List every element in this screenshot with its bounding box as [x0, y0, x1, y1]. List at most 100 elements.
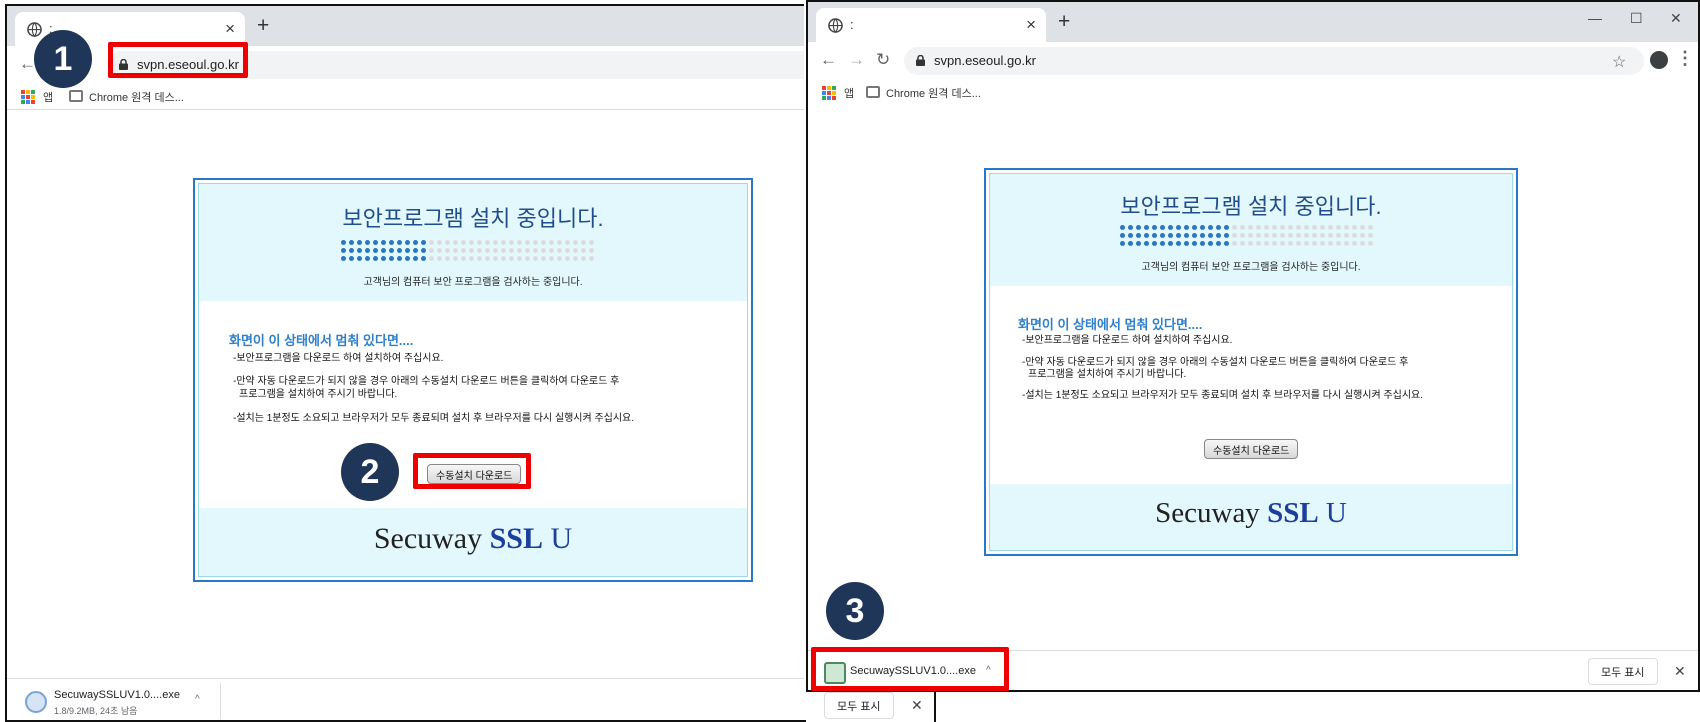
profile-icon[interactable] [1650, 51, 1668, 69]
close-icon[interactable]: × [1026, 15, 1036, 35]
progress-dot [1128, 233, 1133, 238]
progress-dot [1168, 241, 1173, 246]
progress-dots [341, 240, 595, 262]
progress-dot [1312, 241, 1317, 246]
plus-icon[interactable]: + [1058, 11, 1070, 33]
progress-dot [485, 248, 490, 253]
apps-grid-icon[interactable] [822, 86, 836, 100]
progress-dot [1320, 225, 1325, 230]
progress-dot [581, 248, 586, 253]
progress-dot [413, 256, 418, 261]
progress-dot [1328, 225, 1333, 230]
progress-dot [1264, 233, 1269, 238]
progress-dot [1296, 241, 1301, 246]
progress-dot [461, 256, 466, 261]
plus-icon[interactable]: + [257, 15, 269, 37]
progress-dot [1184, 233, 1189, 238]
progress-dot [1360, 233, 1365, 238]
progress-dot [1216, 233, 1221, 238]
progress-dot [1160, 241, 1165, 246]
progress-dot [405, 248, 410, 253]
bookmark-remote-desktop[interactable]: Chrome 원격 데스... [886, 85, 981, 101]
progress-dot [501, 248, 506, 253]
vpn-subtitle: 고객님의 컴퓨터 보안 프로그램을 검사하는 중입니다. [363, 277, 583, 288]
url-text: svpn.eseoul.go.kr [934, 53, 1036, 68]
star-icon[interactable]: ☆ [1612, 52, 1626, 72]
progress-dot [1352, 241, 1357, 246]
chevron-up-icon[interactable]: ^ [195, 694, 200, 705]
instruction-line-2a: -만약 자동 다운로드가 되지 않을 경우 아래의 수동설치 다운로드 버튼을 … [233, 376, 620, 387]
back-arrow-icon[interactable]: ← [820, 50, 837, 70]
progress-dot [549, 256, 554, 261]
apps-grid-icon[interactable] [21, 90, 35, 104]
progress-dot [357, 256, 362, 261]
progress-dot [469, 248, 474, 253]
forward-arrow-icon[interactable]: → [848, 50, 865, 70]
progress-dot [589, 256, 594, 261]
progress-dot [1344, 225, 1349, 230]
progress-dot [429, 248, 434, 253]
close-icon[interactable]: ✕ [1670, 10, 1682, 27]
progress-dot [1368, 225, 1373, 230]
progress-dot [1168, 233, 1173, 238]
close-icon[interactable]: × [225, 19, 235, 39]
bookmark-apps[interactable]: 앱 [844, 85, 854, 101]
progress-dot [1368, 233, 1373, 238]
show-all-downloads-button[interactable]: 모두 표시 [1588, 658, 1658, 685]
progress-dot [1264, 241, 1269, 246]
progress-dot [1336, 241, 1341, 246]
progress-dot [437, 240, 442, 245]
vpn-brand-footer: Secuway SSL U [990, 484, 1512, 550]
progress-dot [1208, 225, 1213, 230]
maximize-icon[interactable]: ☐ [1630, 10, 1643, 27]
step-badge-1: 1 [34, 30, 92, 88]
download-filename[interactable]: SecuwaySSLUV1.0....exe [54, 689, 180, 701]
progress-dot [397, 248, 402, 253]
progress-dot [525, 240, 530, 245]
progress-dot [341, 240, 346, 245]
bookmarks-bar: 앱 Chrome 원격 데스... [7, 84, 935, 110]
close-icon[interactable]: ✕ [911, 697, 923, 714]
browser-toolbar: ← → ↻ svpn.eseoul.go.kr ☆ ⋮ [808, 42, 1698, 80]
progress-dot [557, 256, 562, 261]
progress-dot [365, 248, 370, 253]
show-all-downloads-button[interactable]: 모두 표시 [824, 692, 894, 719]
progress-dot [1168, 225, 1173, 230]
manual-download-button[interactable]: 수동설치 다운로드 [1204, 439, 1299, 459]
progress-dot [509, 248, 514, 253]
bookmark-remote-desktop[interactable]: Chrome 원격 데스... [89, 89, 184, 105]
download-divider [220, 683, 221, 719]
progress-dot [1304, 233, 1309, 238]
instruction-line-2b: 프로그램을 설치하여 주시기 바랍니다. [239, 389, 398, 400]
download-shelf: SecuwaySSLUV1.0....exe 1.8/9.2MB, 24초 남음… [7, 678, 935, 720]
minimize-icon[interactable]: — [1588, 10, 1602, 26]
progress-dot [1184, 241, 1189, 246]
close-icon[interactable]: ✕ [1674, 663, 1686, 680]
progress-dot [533, 256, 538, 261]
progress-dot [1352, 225, 1357, 230]
instruction-line-2b: 프로그램을 설치하여 주시기 바랍니다. [1028, 369, 1187, 380]
kebab-menu-icon[interactable]: ⋮ [1676, 48, 1694, 69]
progress-dot [533, 248, 538, 253]
progress-dot [437, 248, 442, 253]
tab-title: : [850, 17, 854, 32]
progress-dot [1280, 241, 1285, 246]
secuway-logo: Secuway SSL U [373, 522, 573, 555]
bookmark-apps[interactable]: 앱 [43, 89, 53, 105]
progress-dot [1160, 225, 1165, 230]
progress-dot [1360, 241, 1365, 246]
progress-dot [1208, 233, 1213, 238]
progress-dot [445, 256, 450, 261]
progress-dot [533, 240, 538, 245]
progress-dot [1312, 233, 1317, 238]
progress-dot [1128, 225, 1133, 230]
secuway-logo: Secuway SSL U [1155, 497, 1347, 529]
reload-icon[interactable]: ↻ [876, 50, 890, 70]
progress-dot [381, 240, 386, 245]
progress-dot [1320, 241, 1325, 246]
address-bar[interactable]: svpn.eseoul.go.kr ☆ [904, 47, 1644, 75]
progress-dot [1136, 225, 1141, 230]
progress-dot [485, 240, 490, 245]
stalled-heading: 화면이 이 상태에서 멈춰 있다면.... [229, 333, 414, 348]
browser-tab[interactable]: : × [816, 8, 1046, 42]
